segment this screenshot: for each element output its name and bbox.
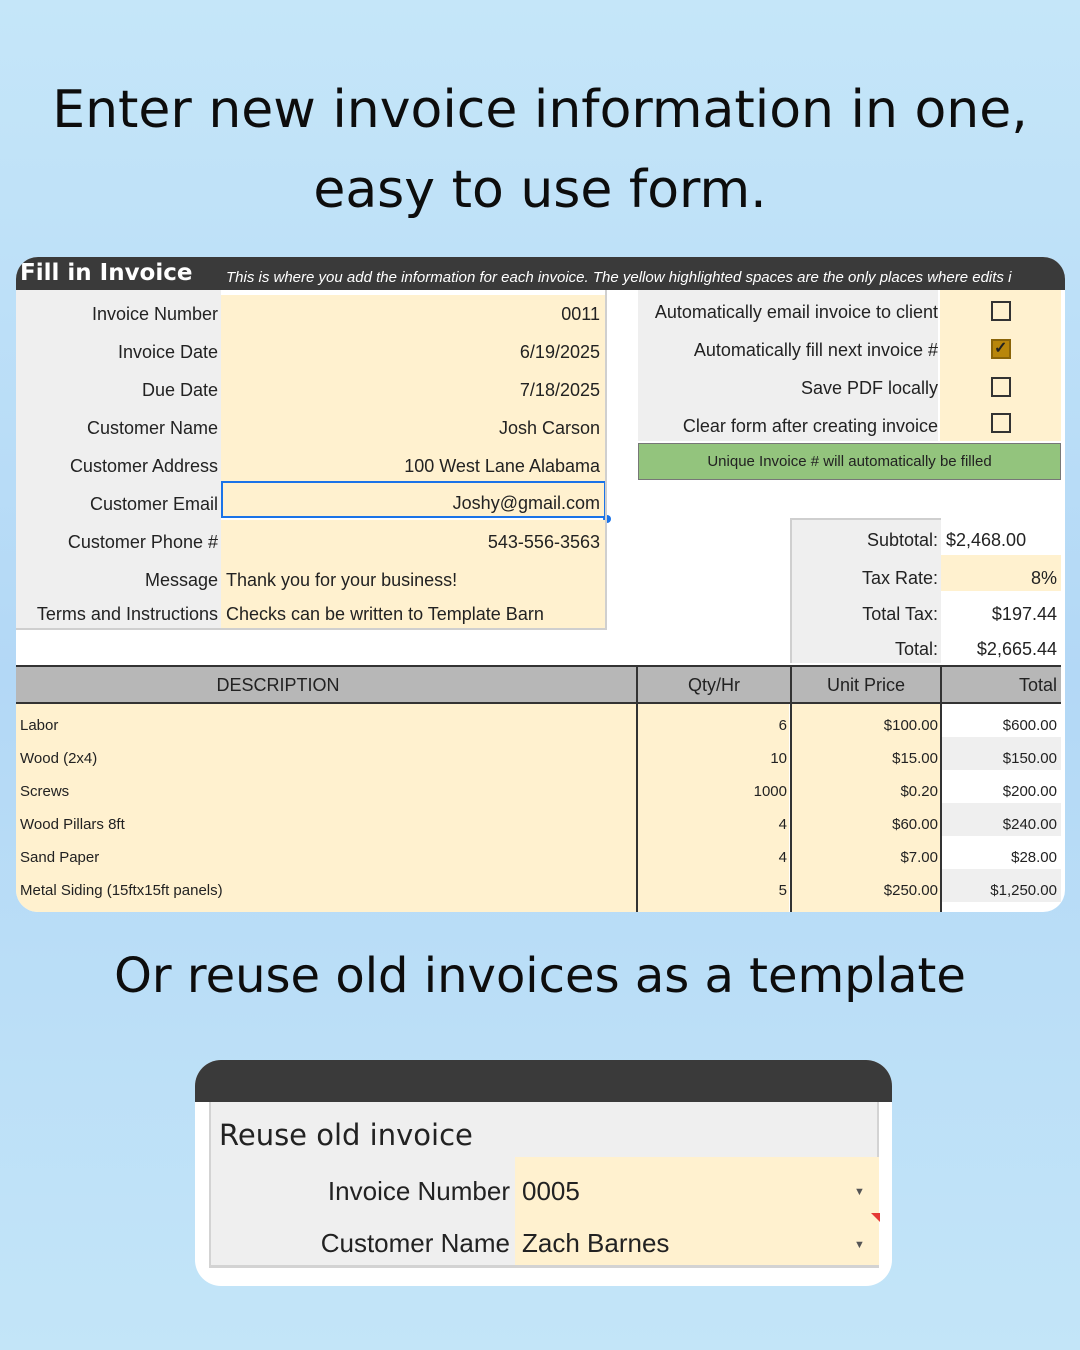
row-total: $600.00 <box>1002 717 1057 734</box>
headline-bottom: Or reuse old invoices as a template <box>0 936 1080 1016</box>
total-label: Total: <box>894 639 938 659</box>
message-input[interactable]: Thank you for your business! <box>221 556 606 592</box>
option-save-pdf-checkbox[interactable] <box>991 377 1011 397</box>
row-qty[interactable]: 1000 <box>638 775 787 808</box>
total-tax-label: Total Tax: <box>862 604 938 624</box>
option-save-pdf-label: Save PDF locally <box>800 378 938 398</box>
row-unit-price[interactable]: $100.00 <box>792 709 938 742</box>
row-qty[interactable]: 4 <box>638 808 787 841</box>
option-email-checkbox[interactable] <box>991 301 1011 321</box>
headline-bottom-text: Or reuse old invoices as a template <box>114 948 966 1004</box>
header-description: DESCRIPTION <box>216 675 340 695</box>
row-qty[interactable]: 10 <box>638 742 787 775</box>
reuse-customer-name-select[interactable]: Zach Barnes <box>522 1228 669 1259</box>
headline-top: Enter new invoice information in one, eas… <box>0 70 1080 230</box>
due-date-input[interactable]: 7/18/2025 <box>221 371 606 409</box>
row-unit-price[interactable]: $60.00 <box>792 808 938 841</box>
customer-email-label: Customer Email <box>16 491 218 517</box>
dropdown-arrow-icon[interactable]: ▼ <box>854 1239 865 1251</box>
due-date-label: Due Date <box>16 377 218 403</box>
reuse-title: Reuse old invoice <box>219 1118 473 1152</box>
reuse-invoice-number-select[interactable]: 0005 <box>522 1176 580 1207</box>
tax-rate-label: Tax Rate: <box>861 568 938 588</box>
terms-label: Terms and Instructions <box>16 601 218 627</box>
row-description[interactable]: Labor <box>20 709 620 742</box>
reuse-invoice-number-label: Invoice Number <box>327 1176 510 1206</box>
cell-selection-outline <box>221 481 606 518</box>
invoice-number-label: Invoice Number <box>16 301 218 327</box>
customer-address-label: Customer Address <box>16 453 218 479</box>
header-total: Total <box>1018 675 1057 695</box>
row-unit-price[interactable]: $0.20 <box>792 775 938 808</box>
row-unit-price[interactable]: $250.00 <box>792 874 938 907</box>
subtotal-value: $2,468.00 <box>946 530 1027 550</box>
form-title: Fill in Invoice <box>20 260 193 286</box>
items-table-header: DESCRIPTION Qty/Hr Unit Price Total <box>16 665 1061 704</box>
customer-name-label: Customer Name <box>16 415 218 441</box>
option-email-label: Automatically email invoice to client <box>654 302 938 322</box>
option-autofill-label: Automatically fill next invoice # <box>693 340 938 360</box>
reuse-customer-name-label: Customer Name <box>320 1228 510 1258</box>
row-description[interactable]: Metal Siding (15ftx15ft panels) <box>20 874 620 907</box>
headline-top-text: Enter new invoice information in one, eas… <box>52 80 1028 220</box>
invoice-date-input[interactable]: 6/19/2025 <box>221 333 606 371</box>
option-autofill-checkbox[interactable] <box>991 338 1011 359</box>
reuse-titlebar <box>195 1060 892 1102</box>
row-qty[interactable]: 5 <box>638 874 787 907</box>
invoice-form-card: Fill in Invoice This is where you add th… <box>16 257 1065 912</box>
invoice-number-input[interactable]: 0011 <box>221 295 606 333</box>
row-total: $200.00 <box>1002 783 1057 800</box>
row-total: $28.00 <box>1011 849 1057 866</box>
header-qty: Qty/Hr <box>688 675 740 695</box>
option-clear-form-label: Clear form after creating invoice <box>682 416 938 436</box>
invoice-date-label: Invoice Date <box>16 339 218 365</box>
header-unit-price: Unit Price <box>826 675 906 695</box>
row-description[interactable]: Wood (2x4) <box>20 742 620 775</box>
tax-rate-input[interactable]: 8% <box>941 568 1057 589</box>
row-total: $150.00 <box>1002 750 1057 767</box>
customer-name-input[interactable]: Josh Carson <box>221 409 606 447</box>
row-description[interactable]: Wood Pillars 8ft <box>20 808 620 841</box>
total-tax-value: $197.44 <box>991 604 1057 624</box>
message-label: Message <box>16 567 218 593</box>
row-qty[interactable]: 6 <box>638 709 787 742</box>
customer-phone-label: Customer Phone # <box>16 529 218 555</box>
dropdown-arrow-icon[interactable]: ▼ <box>854 1186 865 1198</box>
form-subtitle: This is where you add the information fo… <box>226 269 1012 286</box>
unique-invoice-notice: Unique Invoice # will automatically be f… <box>638 443 1061 480</box>
row-total: $240.00 <box>1002 816 1057 833</box>
customer-address-input[interactable]: 100 West Lane Alabama <box>221 447 606 481</box>
option-clear-form-checkbox[interactable] <box>991 413 1011 433</box>
form-titlebar: Fill in Invoice This is where you add th… <box>16 257 1065 290</box>
row-unit-price[interactable]: $7.00 <box>792 841 938 874</box>
comment-marker-icon <box>871 1213 880 1222</box>
row-description[interactable]: Screws <box>20 775 620 808</box>
reuse-invoice-card: Reuse old invoice Invoice Number 0005 ▼ … <box>195 1060 892 1286</box>
row-total: $1,250.00 <box>990 882 1057 899</box>
total-value: $2,665.44 <box>976 639 1057 659</box>
row-unit-price[interactable]: $15.00 <box>792 742 938 775</box>
row-description[interactable]: Sand Paper <box>20 841 620 874</box>
subtotal-label: Subtotal: <box>866 530 938 550</box>
customer-phone-input[interactable]: 543-556-3563 <box>221 520 606 556</box>
row-qty[interactable]: 4 <box>638 841 787 874</box>
terms-input[interactable]: Checks can be written to Template Barn <box>221 592 606 630</box>
